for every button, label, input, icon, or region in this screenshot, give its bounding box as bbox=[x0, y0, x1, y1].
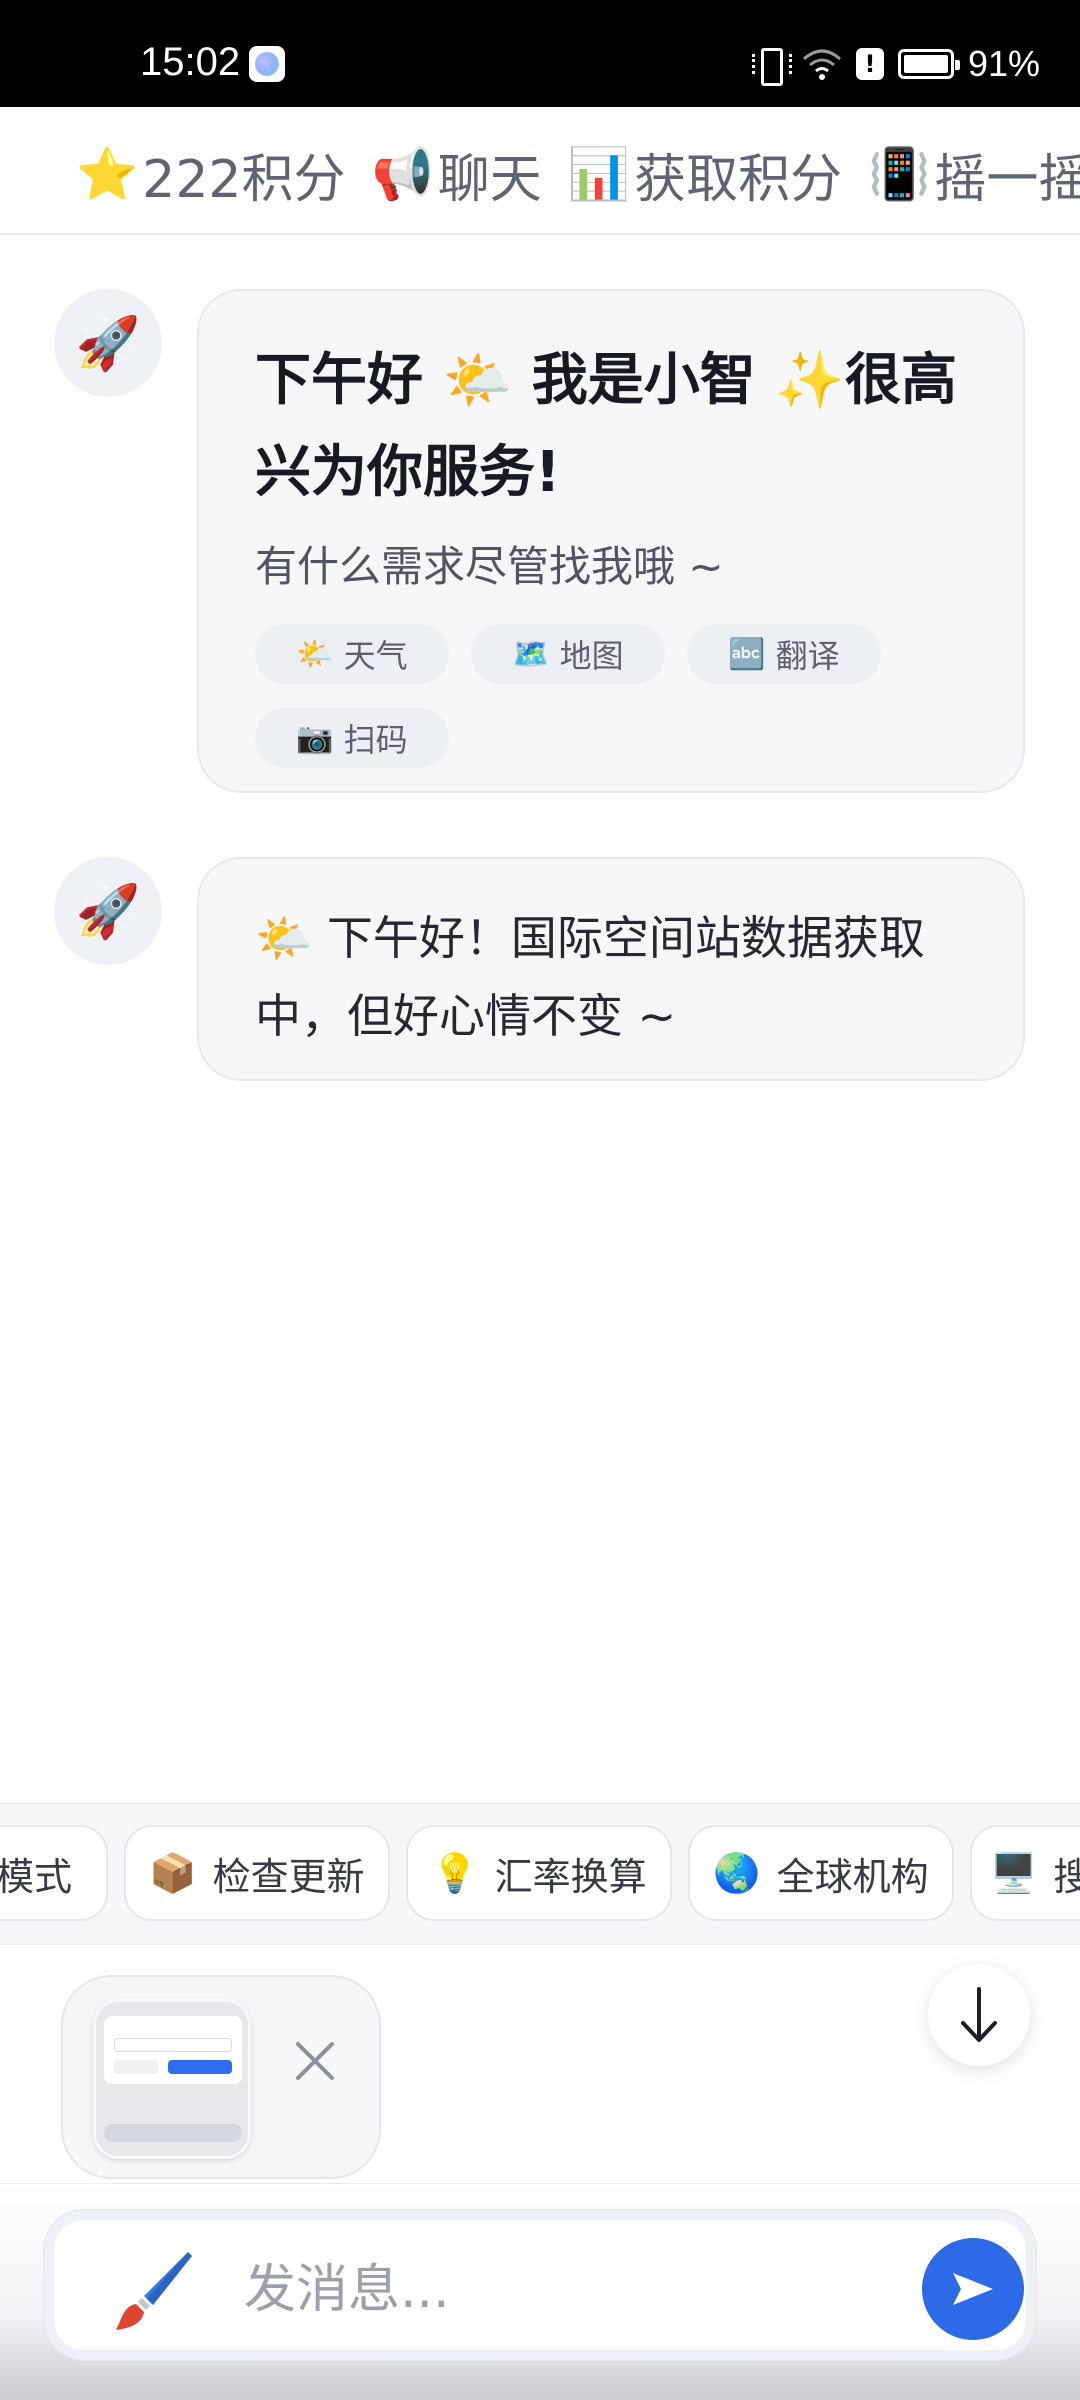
top-nav: ⭐ 222积分 📢 聊天 📊 获取积分 📳 摇一摇 bbox=[0, 107, 1080, 235]
bot-avatar: 🚀 bbox=[54, 289, 162, 397]
nav-item-label: 摇一摇 bbox=[934, 150, 1080, 210]
thumbnail-bar bbox=[104, 2124, 242, 2142]
send-icon bbox=[953, 2273, 993, 2305]
nav-item-label: 获取积分 bbox=[634, 150, 843, 210]
chip-label: 翻译 bbox=[775, 637, 840, 675]
chip-weather[interactable]: 🌤️ 天气 bbox=[255, 624, 449, 684]
bar-chart-icon: 📊 bbox=[567, 145, 631, 203]
arrow-down-icon bbox=[961, 1987, 997, 2042]
message-box bbox=[44, 2210, 1036, 2360]
chip-label: 天气 bbox=[343, 637, 408, 675]
chip-translate[interactable]: 🔤 翻译 bbox=[687, 624, 881, 684]
quick-action-search[interactable]: 🖥️ 搜 bbox=[970, 1825, 1080, 1921]
package-icon: 📦 bbox=[149, 1850, 197, 1895]
wifi-icon bbox=[802, 47, 842, 81]
status-bar: 15:02 ! 91% bbox=[0, 0, 1080, 107]
reply-text: 🌤️ 下午好！国际空间站数据获取中，但好心情不变 ~ bbox=[255, 911, 925, 1043]
app-notification-icon bbox=[249, 46, 285, 82]
battery-icon bbox=[897, 49, 960, 79]
nav-item-shake[interactable]: 📳 摇一摇 bbox=[868, 137, 1080, 212]
thumbnail-input bbox=[114, 2038, 232, 2052]
status-icons: ! 91% bbox=[750, 43, 1040, 86]
composer bbox=[0, 2183, 1080, 2400]
vibrating-phone-icon: 📳 bbox=[868, 145, 931, 203]
globe-icon: 🌏 bbox=[713, 1850, 761, 1895]
quick-action-global-institutions[interactable]: 🌏 全球机构 bbox=[688, 1825, 954, 1921]
chat-screen: 15:02 ! 91% ⭐ 222积分 📢 聊天 📊 获取积分 📳 摇一摇 🚀 … bbox=[0, 0, 1080, 2400]
rocket-icon: 🚀 bbox=[75, 313, 141, 374]
status-time: 15:02 bbox=[140, 40, 241, 84]
screenshot-thumbnail[interactable] bbox=[93, 1999, 251, 2159]
quick-action-bar: 模式 📦 检查更新 💡 汇率换算 🌏 全球机构 🖥️ 搜 bbox=[0, 1803, 1080, 1945]
quick-action-mode[interactable]: 模式 bbox=[0, 1825, 108, 1921]
shortcut-chips: 🌤️ 天气 🗺️ 地图 🔤 翻译 📷 扫码 bbox=[255, 624, 967, 768]
light-bulb-icon: 💡 bbox=[431, 1850, 479, 1895]
alert-icon: ! bbox=[855, 48, 884, 80]
world-map-icon: 🗺️ bbox=[512, 636, 550, 672]
quick-action-label: 搜 bbox=[1053, 1846, 1080, 1901]
greeting-bubble: 下午好 🌤️ 我是小智 ✨很高兴为你服务! 有什么需求尽管找我哦 ~ 🌤️ 天气… bbox=[197, 289, 1025, 793]
megaphone-icon: 📢 bbox=[371, 145, 434, 203]
abc-icon: 🔤 bbox=[728, 636, 766, 672]
quick-action-check-update[interactable]: 📦 检查更新 bbox=[124, 1825, 390, 1921]
thumbnail-cancel bbox=[114, 2060, 158, 2074]
scroll-to-bottom-button[interactable] bbox=[928, 1964, 1030, 2066]
thumbnail-confirm bbox=[168, 2060, 232, 2074]
desktop-icon: 🖥️ bbox=[990, 1850, 1038, 1895]
nav-item-label: 聊天 bbox=[437, 150, 542, 210]
nav-item-chat[interactable]: 📢 聊天 bbox=[372, 137, 542, 212]
send-button[interactable] bbox=[922, 2238, 1024, 2340]
quick-action-label: 检查更新 bbox=[212, 1854, 365, 1899]
nav-item-get-points[interactable]: 📊 获取积分 bbox=[568, 137, 842, 212]
nav-item-label: 222积分 bbox=[142, 150, 346, 210]
quick-action-label: 全球机构 bbox=[776, 1854, 929, 1899]
quick-action-exchange-rate[interactable]: 💡 汇率换算 bbox=[406, 1825, 672, 1921]
reply-bubble: 🌤️ 下午好！国际空间站数据获取中，但好心情不变 ~ bbox=[197, 857, 1025, 1081]
chip-map[interactable]: 🗺️ 地图 bbox=[471, 624, 665, 684]
nav-item-points[interactable]: ⭐ 222积分 bbox=[76, 137, 346, 212]
rocket-icon: 🚀 bbox=[75, 881, 141, 942]
message-input[interactable] bbox=[244, 2250, 804, 2330]
greeting-title: 下午好 🌤️ 我是小智 ✨很高兴为你服务! bbox=[255, 348, 957, 505]
bot-avatar: 🚀 bbox=[54, 857, 162, 965]
vibrate-icon bbox=[750, 46, 792, 86]
remove-attachment-icon[interactable] bbox=[287, 2033, 343, 2089]
battery-percent: 91% bbox=[967, 43, 1040, 84]
chip-label: 扫码 bbox=[343, 721, 408, 759]
greeting-subtitle: 有什么需求尽管找我哦 ~ bbox=[255, 542, 724, 591]
paintbrush-icon[interactable] bbox=[106, 2248, 198, 2340]
chip-scan[interactable]: 📷 扫码 bbox=[255, 708, 449, 768]
camera-icon: 📷 bbox=[296, 720, 334, 756]
quick-action-label: 汇率换算 bbox=[494, 1854, 647, 1899]
attachment-area bbox=[0, 1945, 1080, 2183]
star-icon: ⭐ bbox=[76, 145, 139, 203]
chip-label: 地图 bbox=[559, 637, 624, 675]
sun-cloud-icon: 🌤️ bbox=[296, 636, 334, 672]
quick-action-label: 模式 bbox=[0, 1854, 72, 1899]
